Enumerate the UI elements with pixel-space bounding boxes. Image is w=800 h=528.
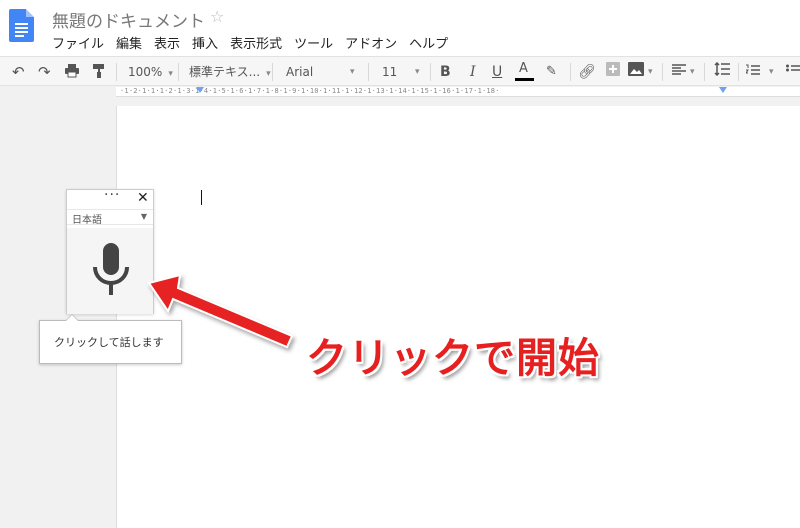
annotation-text: クリックで開始 [306, 334, 600, 382]
annotation-arrow [147, 273, 294, 349]
